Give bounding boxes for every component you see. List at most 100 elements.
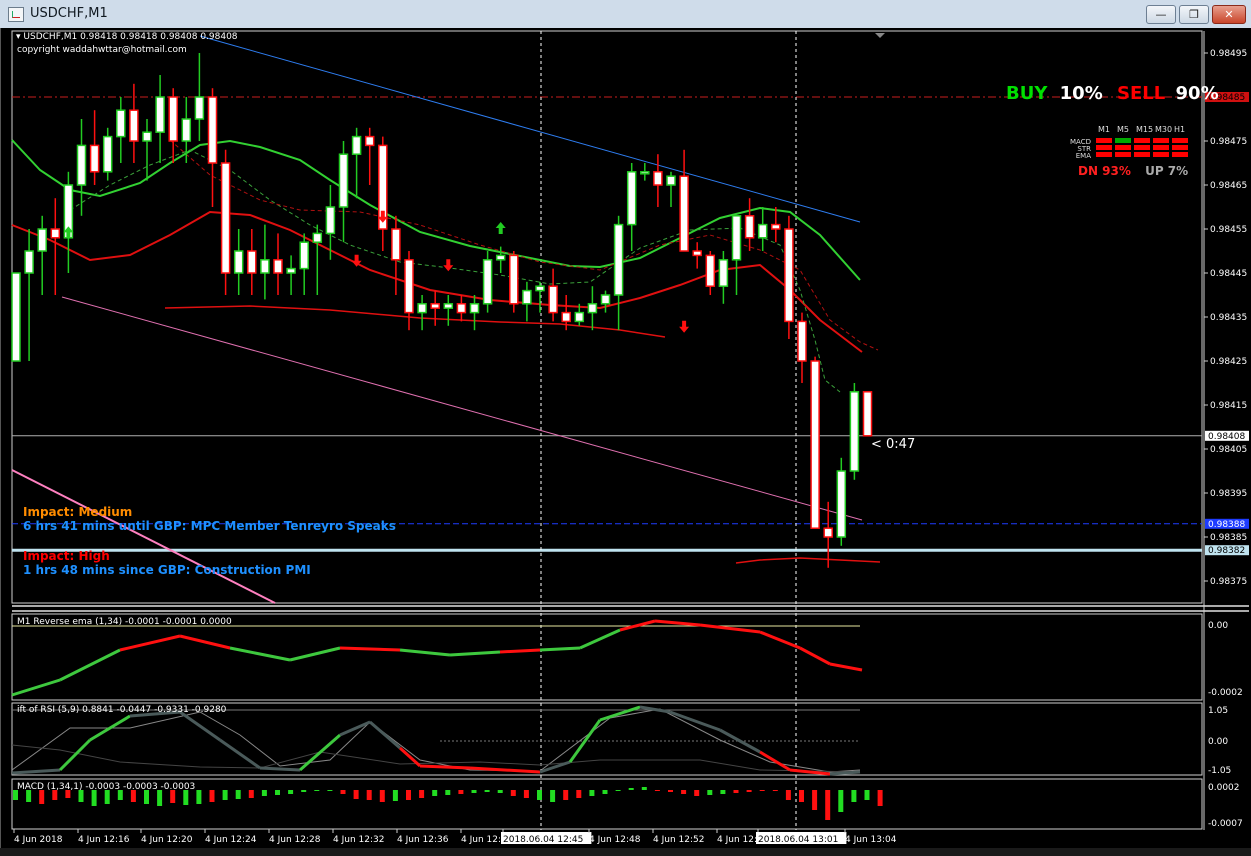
time-axis-label: 4 Jun 12:36 [397, 835, 449, 845]
mtf-cell [1096, 138, 1112, 143]
candle [430, 290, 440, 326]
candle [600, 290, 611, 313]
macd-bar [668, 790, 673, 792]
time-axis-label: 4 Jun 12:20 [141, 835, 193, 845]
macd-bar [406, 790, 411, 800]
candle-body [509, 254, 519, 305]
macd-bar [314, 790, 320, 791]
buy-arrow-icon [495, 222, 506, 234]
price-tick-label: 0.98395 [1210, 489, 1247, 499]
candle-body [744, 215, 755, 239]
macd-bar [275, 790, 280, 795]
ift-rsi-segment [219, 738, 261, 770]
mtf-row-label: EMA [1076, 152, 1091, 160]
ift-rsi-segment [11, 768, 61, 775]
ift-rsi-segment [369, 720, 401, 750]
candle-body [666, 175, 676, 186]
ift-rsi-segment [759, 750, 791, 772]
reverse-ema-segment [399, 648, 451, 657]
candle [260, 224, 270, 300]
candle-body [836, 470, 847, 538]
macd-bar [759, 790, 765, 791]
time-highlight-label: 2018.06.04 13:01 [758, 835, 838, 845]
dashed-signal-red [169, 139, 879, 351]
news-impact-high: Impact: High [23, 549, 110, 563]
candle-body [862, 391, 873, 437]
mtf-cell [1134, 138, 1150, 143]
candle [849, 383, 860, 480]
price-tick-label: 0.98405 [1210, 445, 1247, 455]
macd-bar [288, 790, 294, 794]
candle [522, 281, 532, 322]
macd-bar [733, 790, 739, 793]
candle-body [495, 254, 506, 261]
candle-body [640, 171, 650, 175]
candle-body [404, 259, 414, 314]
macd-bar [261, 790, 267, 796]
macd-bar [353, 790, 359, 799]
candle [142, 119, 152, 181]
time-highlight-label: 2018.06.04 12:45 [503, 835, 583, 845]
candle-body [102, 135, 113, 173]
price-tick-label: 0.98415 [1210, 401, 1247, 411]
macd-bar [301, 790, 307, 792]
candle-body [823, 527, 833, 538]
chart-header-text: USDCHF,M1 0.98418 0.98418 0.98408 0.9840… [23, 32, 238, 42]
ift-rsi-tick: -1.05 [1208, 766, 1231, 776]
price-tick-label: 0.98385 [1210, 533, 1247, 543]
time-axis-label: 4 Jun 12:52 [653, 835, 704, 845]
candle-body [849, 391, 860, 472]
candle-body [731, 215, 742, 261]
candle [194, 53, 205, 141]
candle [247, 229, 257, 295]
candle-body [89, 144, 100, 173]
macd-title: MACD (1,34,1) -0.0003 -0.0003 -0.0003 [17, 782, 196, 792]
candle-body [116, 109, 126, 138]
candle-body [364, 135, 375, 147]
macd-bar [327, 790, 333, 791]
sell-arrow-icon [443, 259, 454, 272]
trendline-pink-lower [11, 469, 276, 604]
macd-bar [681, 790, 687, 794]
macd-bar [576, 790, 582, 798]
candle-body [561, 311, 571, 323]
mtf-timeframe-label: H1 [1174, 125, 1185, 134]
macd-bar [641, 787, 647, 790]
news-event-high: 1 hrs 48 mins since GBP: Construction PM… [23, 563, 311, 577]
candle-body [757, 223, 768, 239]
price-chart-canvas[interactable]: 0.98495 0.98475 0.98465 0.98455 0.98445 0.984… [0, 0, 1251, 856]
candle-body [220, 162, 231, 274]
macd-bar [785, 790, 791, 800]
candle [482, 251, 493, 313]
macd-bar [445, 790, 451, 795]
dropdown-triangle-icon[interactable]: ▾ [16, 32, 21, 42]
ift-rsi-title: ift of RSI (5,9) 0.8841 -0.0447 -0.9331 … [17, 705, 227, 715]
price-tick-label: 0.98425 [1210, 357, 1247, 367]
candle-body [299, 241, 309, 270]
trend-strength: DN 93% UP 7% [1078, 164, 1188, 178]
candle [718, 251, 729, 304]
bar-countdown: < 0:47 [871, 437, 916, 452]
macd-bar [563, 790, 569, 800]
time-axis-label: 4 Jun 12:5 [717, 835, 763, 845]
macd-bar [392, 790, 398, 801]
candle [469, 295, 480, 331]
candle [207, 88, 218, 207]
macd-bar [222, 790, 228, 800]
shift-marker-icon [875, 33, 885, 38]
candle [836, 457, 847, 546]
ift-rsi-segment [829, 770, 861, 776]
candle [338, 141, 349, 243]
time-axis-label: 4 Jun 12:32 [333, 835, 384, 845]
macd-bar [39, 790, 45, 804]
mtf-timeframe-label: M1 [1098, 125, 1110, 134]
candle [220, 149, 231, 295]
macd-bar [877, 790, 883, 806]
signal-panel: BUY 10% SELL 90% [1006, 83, 1219, 104]
candle [11, 272, 21, 362]
candle [810, 356, 820, 529]
candle-body [626, 171, 637, 226]
macd-bar [799, 790, 804, 802]
candle-body [430, 303, 440, 309]
macd-bar [654, 790, 660, 791]
